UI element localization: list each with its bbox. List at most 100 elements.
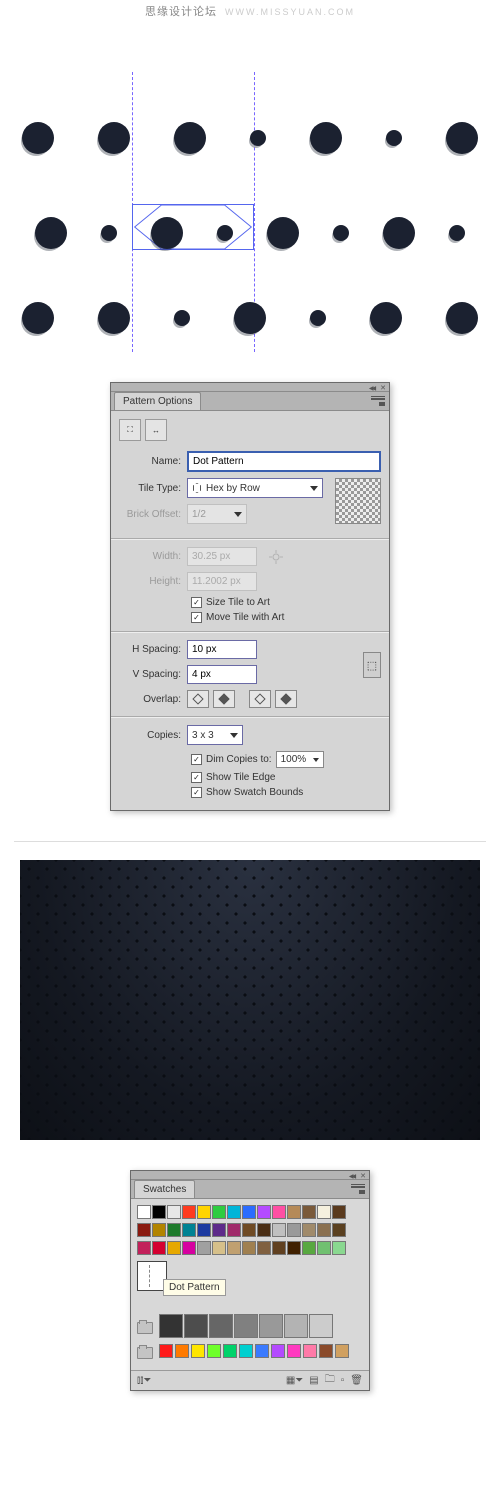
swatch-color[interactable] — [197, 1223, 211, 1237]
swatch-color[interactable] — [212, 1241, 226, 1255]
swatch-color[interactable] — [159, 1344, 173, 1358]
swatch-color[interactable] — [332, 1241, 346, 1255]
swatch-color[interactable] — [167, 1241, 181, 1255]
swatch-color[interactable] — [332, 1223, 346, 1237]
swatch-color[interactable] — [255, 1344, 269, 1358]
close-icon[interactable] — [360, 1170, 366, 1181]
copies-label: Copies: — [119, 730, 181, 741]
tile-edit-button[interactable]: ⛶ — [119, 419, 141, 441]
swatch-color[interactable] — [242, 1205, 256, 1219]
show-tile-edge-checkbox[interactable]: ✓Show Tile Edge — [191, 772, 381, 783]
swatch-color[interactable] — [184, 1314, 208, 1338]
show-swatch-bounds-checkbox[interactable]: ✓Show Swatch Bounds — [191, 787, 381, 798]
tab-pattern-options[interactable]: Pattern Options — [114, 392, 201, 410]
link-spacing-button[interactable]: ⬚ — [363, 652, 381, 678]
swatch-color[interactable] — [137, 1241, 151, 1255]
swatch-options-icon[interactable]: ▤ — [309, 1375, 318, 1386]
swatch-color[interactable] — [319, 1344, 333, 1358]
h-spacing-input[interactable] — [187, 640, 257, 659]
v-spacing-input[interactable] — [187, 665, 257, 684]
swatch-color[interactable] — [272, 1223, 286, 1237]
swatch-color[interactable] — [212, 1223, 226, 1237]
panel-menu-icon[interactable] — [351, 1184, 365, 1194]
swatch-color[interactable] — [227, 1205, 241, 1219]
swatch-color[interactable] — [182, 1241, 196, 1255]
panel-menu-icon[interactable] — [371, 396, 385, 406]
swatch-color[interactable] — [175, 1344, 189, 1358]
tab-swatches[interactable]: Swatches — [134, 1180, 195, 1198]
swatch-color[interactable] — [272, 1205, 286, 1219]
folder-icon[interactable] — [137, 1322, 153, 1334]
swatch-color[interactable] — [302, 1205, 316, 1219]
pattern-options-panel: Pattern Options ⛶ ↔ Name: Tile Type: Hex… — [110, 382, 390, 811]
delete-swatch-icon[interactable]: 🗑 — [350, 1375, 363, 1386]
section-divider — [14, 841, 486, 842]
swatch-color[interactable] — [303, 1344, 317, 1358]
swatch-color[interactable] — [223, 1344, 237, 1358]
swatch-color[interactable] — [197, 1205, 211, 1219]
overlap-top-button[interactable] — [249, 690, 271, 708]
library-icon[interactable]: ⫾⫾⏷ — [137, 1375, 151, 1386]
copies-select[interactable]: 3 x 3 — [187, 725, 243, 745]
overlap-left-button[interactable] — [187, 690, 209, 708]
swatch-color[interactable] — [239, 1344, 253, 1358]
tile-expand-button[interactable]: ↔ — [145, 419, 167, 441]
swatch-color[interactable] — [257, 1205, 271, 1219]
swatch-color[interactable] — [257, 1241, 271, 1255]
swatch-color[interactable] — [182, 1223, 196, 1237]
swatch-color[interactable] — [335, 1344, 349, 1358]
swatch-color[interactable] — [271, 1344, 285, 1358]
swatch-color[interactable] — [317, 1223, 331, 1237]
swatch-color[interactable] — [191, 1344, 205, 1358]
swatch-color[interactable] — [212, 1205, 226, 1219]
swatch-color[interactable] — [272, 1241, 286, 1255]
swatch-color[interactable] — [259, 1314, 283, 1338]
overlap-right-button[interactable] — [213, 690, 235, 708]
overlap-bottom-button[interactable] — [275, 690, 297, 708]
swatch-color[interactable] — [197, 1241, 211, 1255]
swatch-color[interactable] — [257, 1223, 271, 1237]
tile-type-select[interactable]: Hex by Row — [187, 478, 323, 498]
swatch-color[interactable] — [287, 1205, 301, 1219]
swatch-color[interactable] — [287, 1223, 301, 1237]
close-icon[interactable] — [380, 382, 386, 393]
show-kind-icon[interactable]: ▦⏷ — [286, 1375, 303, 1386]
size-tile-checkbox[interactable]: ✓Size Tile to Art — [191, 597, 381, 608]
move-tile-checkbox[interactable]: ✓Move Tile with Art — [191, 612, 381, 623]
swatch-color[interactable] — [242, 1223, 256, 1237]
swatch-color[interactable] — [227, 1223, 241, 1237]
name-input[interactable] — [187, 451, 381, 472]
swatch-color[interactable] — [302, 1241, 316, 1255]
swatch-color[interactable] — [159, 1314, 183, 1338]
swatch-color[interactable] — [317, 1205, 331, 1219]
swatch-color[interactable] — [207, 1344, 221, 1358]
new-group-icon[interactable]: 🗀 — [325, 1372, 335, 1389]
swatch-color[interactable] — [227, 1241, 241, 1255]
swatch-color[interactable] — [167, 1205, 181, 1219]
swatch-color[interactable] — [152, 1241, 166, 1255]
folder-icon[interactable] — [137, 1347, 153, 1359]
new-swatch-icon[interactable]: ▫ — [341, 1375, 345, 1386]
dim-copies-checkbox[interactable]: ✓Dim Copies to: 100% — [191, 751, 381, 768]
collapse-icon[interactable] — [349, 1170, 354, 1181]
chevron-down-icon — [310, 486, 318, 491]
collapse-icon[interactable] — [369, 382, 374, 393]
dot-pattern-preview — [0, 42, 500, 352]
swatch-color[interactable] — [309, 1314, 333, 1338]
swatch-color[interactable] — [167, 1223, 181, 1237]
swatch-color[interactable] — [317, 1241, 331, 1255]
swatch-color[interactable] — [137, 1205, 151, 1219]
swatch-color[interactable] — [302, 1223, 316, 1237]
swatch-color[interactable] — [284, 1314, 308, 1338]
swatch-color[interactable] — [242, 1241, 256, 1255]
swatch-color[interactable] — [287, 1344, 301, 1358]
dim-copies-percent[interactable]: 100% — [276, 751, 324, 768]
swatch-color[interactable] — [287, 1241, 301, 1255]
swatch-color[interactable] — [209, 1314, 233, 1338]
swatch-color[interactable] — [152, 1205, 166, 1219]
swatch-color[interactable] — [332, 1205, 346, 1219]
swatch-color[interactable] — [137, 1223, 151, 1237]
swatch-color[interactable] — [234, 1314, 258, 1338]
swatch-color[interactable] — [182, 1205, 196, 1219]
swatch-color[interactable] — [152, 1223, 166, 1237]
